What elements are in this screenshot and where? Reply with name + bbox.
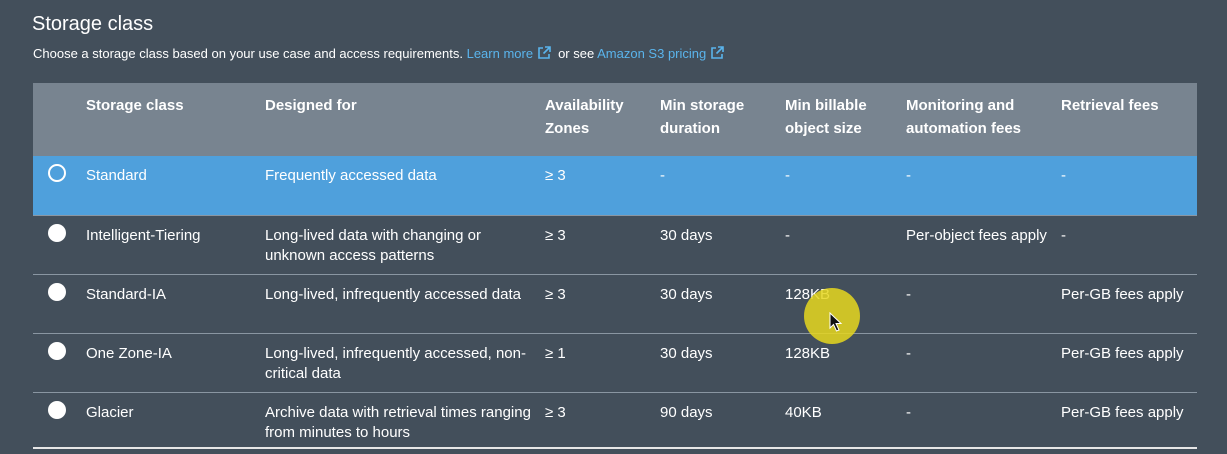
cell-designed-for: Archive data with retrieval times rangin…: [265, 404, 531, 441]
header-designed-for: Designed for: [265, 97, 357, 114]
cell-availability-zones: ≥ 3: [545, 404, 566, 421]
storage-class-panel: Storage class Choose a storage class bas…: [0, 0, 1227, 454]
or-see-text: or see: [558, 46, 595, 61]
cell-storage-class: Glacier: [86, 404, 134, 421]
header-min-billable-size: Min billable object size: [785, 97, 867, 137]
cell-availability-zones: ≥ 1: [545, 345, 566, 362]
header-storage-class: Storage class: [86, 97, 184, 114]
cell-storage-class: Intelligent-Tiering: [86, 227, 201, 244]
cell-min-storage: 30 days: [660, 286, 713, 303]
s3-pricing-link[interactable]: Amazon S3 pricing: [597, 46, 706, 61]
section-description-line: Choose a storage class based on your use…: [33, 46, 731, 61]
section-title: Storage class: [32, 13, 154, 35]
cell-retrieval: -: [1061, 227, 1066, 244]
cell-designed-for: Long-lived, infrequently accessed, non-c…: [265, 345, 526, 382]
mouse-pointer-icon: [829, 312, 843, 332]
radio-button-intelligent-tiering[interactable]: [48, 224, 66, 242]
header-min-storage-duration: Min storage duration: [660, 97, 745, 137]
cell-min-storage: -: [660, 167, 665, 184]
cell-min-billable: 40KB: [785, 404, 822, 421]
cell-min-storage: 90 days: [660, 404, 713, 421]
cell-retrieval: Per-GB fees apply: [1061, 404, 1184, 421]
cell-min-storage: 30 days: [660, 345, 713, 362]
cell-min-billable: -: [785, 167, 790, 184]
table-row-standard-ia[interactable]: Standard-IA Long-lived, infrequently acc…: [33, 275, 1197, 334]
table-row-one-zone-ia[interactable]: One Zone-IA Long-lived, infrequently acc…: [33, 334, 1197, 393]
table-row-standard[interactable]: Standard Frequently accessed data ≥ 3 - …: [33, 156, 1197, 216]
cell-retrieval: Per-GB fees apply: [1061, 286, 1184, 303]
radio-button-glacier[interactable]: [48, 401, 66, 419]
section-description: Choose a storage class based on your use…: [33, 46, 463, 61]
radio-button-standard-ia[interactable]: [48, 283, 66, 301]
cell-availability-zones: ≥ 3: [545, 167, 566, 184]
cell-min-billable: 128KB: [785, 345, 831, 362]
cell-retrieval: -: [1061, 167, 1066, 184]
table-row-glacier[interactable]: Glacier Archive data with retrieval time…: [33, 393, 1197, 449]
cell-storage-class: One Zone-IA: [86, 345, 172, 362]
cell-min-billable: -: [785, 227, 790, 244]
table-header: Storage class Designed for Availability Z…: [33, 83, 1197, 156]
cell-retrieval: Per-GB fees apply: [1061, 345, 1184, 362]
external-link-icon: [538, 46, 551, 59]
cell-availability-zones: ≥ 3: [545, 286, 566, 303]
header-availability-zones: Availability Zones: [545, 97, 624, 137]
radio-button-one-zone-ia[interactable]: [48, 342, 66, 360]
table-row-intelligent-tiering[interactable]: Intelligent-Tiering Long-lived data with…: [33, 216, 1197, 275]
storage-class-table: Storage class Designed for Availability Z…: [33, 83, 1197, 449]
cell-monitoring: -: [906, 167, 911, 184]
cell-monitoring: -: [906, 345, 911, 362]
header-retrieval-fees: Retrieval fees: [1061, 97, 1159, 114]
learn-more-link[interactable]: Learn more: [467, 46, 533, 61]
cell-availability-zones: ≥ 3: [545, 227, 566, 244]
cell-designed-for: Frequently accessed data: [265, 167, 437, 184]
cell-storage-class: Standard: [86, 167, 147, 184]
cell-monitoring: Per-object fees apply: [906, 227, 1047, 244]
cell-monitoring: -: [906, 286, 911, 303]
radio-button-standard[interactable]: [48, 164, 66, 182]
cell-designed-for: Long-lived data with changing or unknown…: [265, 227, 481, 264]
cell-min-storage: 30 days: [660, 227, 713, 244]
header-monitoring-fees: Monitoring and automation fees: [906, 97, 1022, 137]
cell-storage-class: Standard-IA: [86, 286, 167, 303]
cell-designed-for: Long-lived, infrequently accessed data: [265, 286, 521, 303]
external-link-icon: [711, 46, 725, 59]
cell-monitoring: -: [906, 404, 911, 421]
